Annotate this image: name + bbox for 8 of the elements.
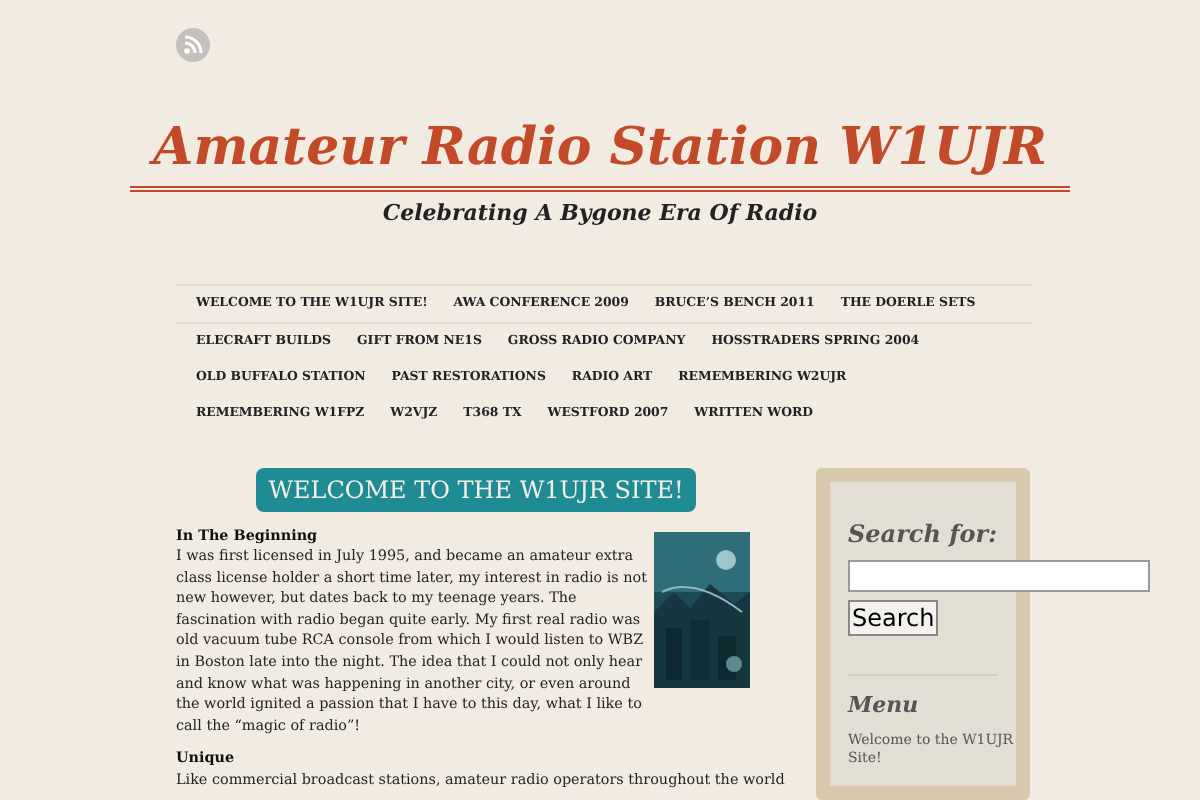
search-field[interactable] [848,559,1150,591]
site-title[interactable]: Amateur Radio Station W1UJR [129,106,1071,192]
rss-icon[interactable] [176,28,210,62]
site-tagline: Celebrating A Bygone Era Of Radio [382,198,818,230]
search-button[interactable]: Search [848,599,939,635]
menu-title: Menu [848,689,921,721]
page-heading: WELCOME TO THE W1UJR SITE! [256,467,696,511]
search-label: Search for: [848,517,1000,551]
